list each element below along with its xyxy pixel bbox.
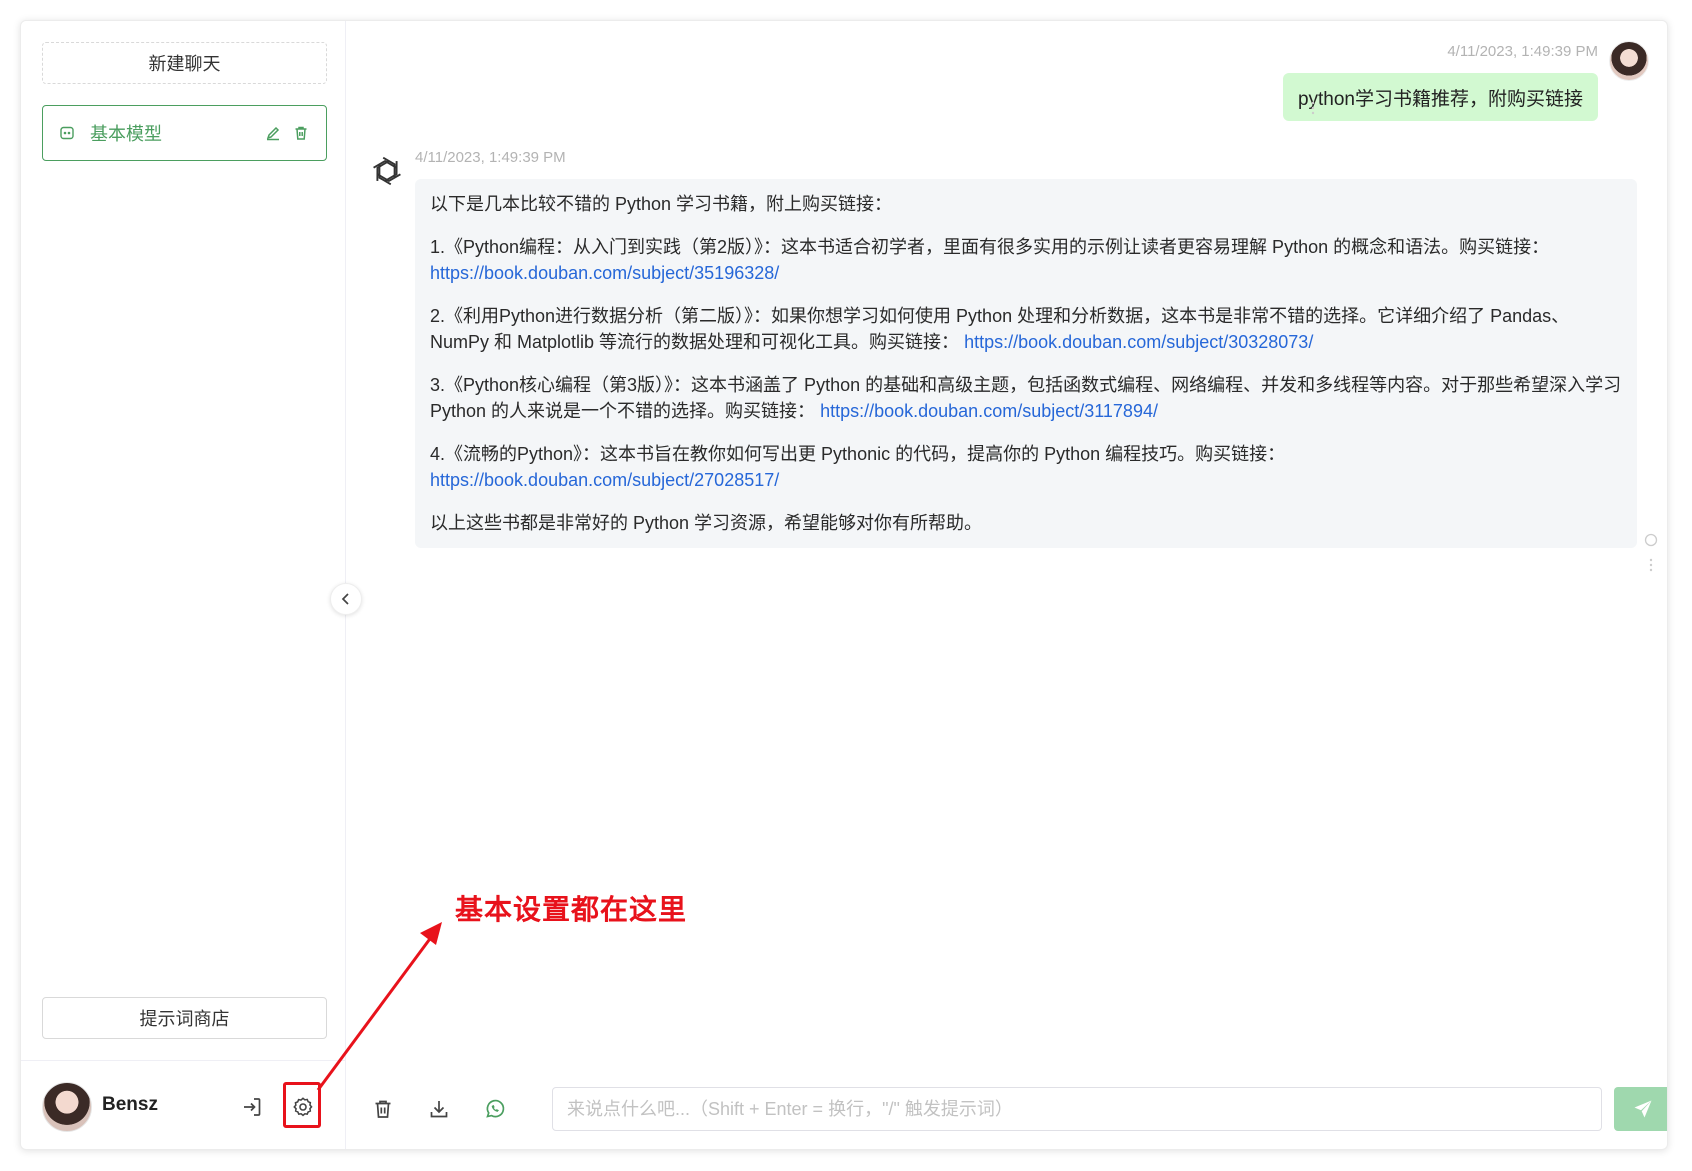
user-message-bubble: python学习书籍推荐，附购买链接: [1282, 73, 1598, 121]
book-item-4: 4.《流畅的Python》：这本书旨在教你如何写出更 Pythonic 的代码，…: [430, 441, 1622, 493]
more-icon[interactable]: [1310, 101, 1316, 115]
send-icon: [1634, 1100, 1651, 1118]
chat-bubble-icon: [59, 125, 75, 141]
send-button[interactable]: [1614, 1087, 1667, 1131]
chevron-left-icon: [341, 593, 349, 605]
assistant-intro: 以下是几本比较不错的 Python 学习书籍，附上购买链接：: [430, 194, 893, 214]
assistant-message-timestamp: 4/11/2023, 1:49:39 PM: [415, 149, 566, 166]
book-item-text: 1.《Python编程：从入门到实践（第2版）》：这本书适合初学者，里面有很多实…: [430, 237, 1550, 257]
download-icon: [430, 1101, 448, 1118]
logout-icon: [244, 1098, 261, 1116]
chat-item-title: 基本模型: [90, 124, 162, 144]
assistant-message-bubble: 以下是几本比较不错的 Python 学习书籍，附上购买链接： 1.《Python…: [415, 179, 1637, 548]
download-button[interactable]: [421, 1091, 457, 1127]
app-window: 新建聊天 基本模型 提示词商店 Bensz 4/11/2023, 1:49:39…: [20, 20, 1668, 1150]
chat-item-active[interactable]: 基本模型: [42, 105, 327, 161]
user-message-avatar: [1609, 41, 1649, 81]
settings-highlight-box: [283, 1082, 321, 1128]
chat-input[interactable]: [552, 1087, 1602, 1131]
logout-button[interactable]: [235, 1090, 269, 1124]
trash-icon: [375, 1100, 391, 1118]
annotation-text: 基本设置都在这里: [455, 893, 688, 926]
user-name: Bensz: [102, 1094, 158, 1115]
book-link[interactable]: https://book.douban.com/subject/27028517…: [430, 470, 779, 490]
book-link[interactable]: https://book.douban.com/subject/35196328…: [430, 263, 779, 283]
book-link[interactable]: https://book.douban.com/subject/3117894/: [820, 401, 1158, 421]
assistant-outro: 以上这些书都是非常好的 Python 学习资源，希望能够对你有所帮助。: [430, 513, 983, 533]
edit-icon[interactable]: [264, 124, 282, 142]
book-link[interactable]: https://book.douban.com/subject/30328073…: [964, 332, 1313, 352]
message-actions-icon[interactable]: [1644, 533, 1658, 577]
book-item-text: 4.《流畅的Python》：这本书旨在教你如何写出更 Pythonic 的代码，…: [430, 444, 1286, 464]
book-item-3: 3.《Python核心编程（第3版）》：这本书涵盖了 Python 的基础和高级…: [430, 372, 1622, 424]
trash-icon[interactable]: [292, 124, 310, 142]
new-chat-button[interactable]: 新建聊天: [42, 42, 327, 84]
collapse-sidebar-button[interactable]: [330, 583, 362, 615]
input-bar: [346, 1071, 1667, 1149]
sidebar: 新建聊天 基本模型 提示词商店 Bensz: [21, 21, 346, 1149]
whatsapp-icon: [486, 1099, 505, 1118]
book-item-2: 2.《利用Python进行数据分析（第二版）》：如果你想学习如何使用 Pytho…: [430, 303, 1622, 355]
avatar[interactable]: [42, 1082, 92, 1132]
chat-area: 4/11/2023, 1:49:39 PM python学习书籍推荐，附购买链接…: [346, 21, 1667, 1149]
context-toggle-button[interactable]: [477, 1091, 513, 1127]
user-message-timestamp: 4/11/2023, 1:49:39 PM: [1447, 43, 1598, 60]
openai-logo-icon: [373, 156, 401, 186]
prompt-store-button[interactable]: 提示词商店: [42, 997, 327, 1039]
book-item-1: 1.《Python编程：从入门到实践（第2版）》：这本书适合初学者，里面有很多实…: [430, 234, 1622, 286]
sidebar-footer: Bensz: [21, 1060, 346, 1149]
clear-chat-button[interactable]: [365, 1091, 401, 1127]
